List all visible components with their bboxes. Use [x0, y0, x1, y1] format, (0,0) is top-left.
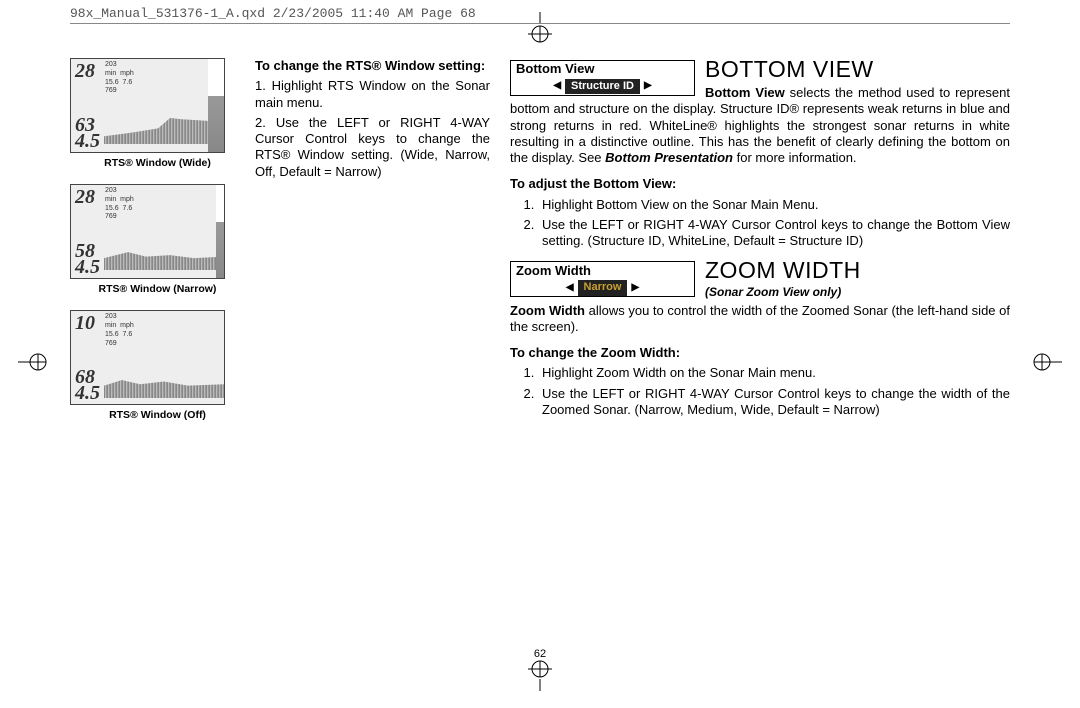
- bottom-view-body: Bottom View selects the method used to r…: [510, 85, 1010, 166]
- left-column: 28 203 min mph 15.6 7.6 769 63 4.5 RTS® …: [70, 58, 490, 648]
- zoom-width-step-2: Use the LEFT or RIGHT 4-WAY Cursor Contr…: [538, 386, 1010, 419]
- chip-label: Zoom Width: [511, 262, 694, 279]
- chip-value: Narrow: [578, 280, 628, 296]
- bottom-view-step-1: Highlight Bottom View on the Sonar Main …: [538, 197, 1010, 213]
- chip-value: Structure ID: [565, 79, 640, 95]
- chevron-left-icon: ◀: [564, 282, 576, 295]
- zoom-width-body: Zoom Width allows you to control the wid…: [510, 303, 1010, 336]
- zoom-width-step-1: Highlight Zoom Width on the Sonar Main m…: [538, 365, 1010, 381]
- chevron-right-icon: ▶: [642, 80, 654, 93]
- thumb-wide-caption: RTS® Window (Wide): [70, 157, 245, 170]
- bottom-view-steps: Highlight Bottom View on the Sonar Main …: [510, 197, 1010, 250]
- rts-heading: To change the RTS® Window setting:: [255, 58, 490, 74]
- bottom-view-section: Bottom View ◀ Structure ID ▶ BOTTOM VIEW…: [510, 58, 1010, 176]
- chevron-left-icon: ◀: [551, 80, 563, 93]
- zoom-width-subtitle: (Sonar Zoom View only): [705, 285, 841, 299]
- bottom-view-adjust-heading: To adjust the Bottom View:: [510, 176, 1010, 192]
- zoom-width-steps: Highlight Zoom Width on the Sonar Main m…: [510, 365, 1010, 418]
- zoom-width-section: Zoom Width ◀ Narrow ▶ ZOOM WIDTH (Sonar …: [510, 259, 1010, 345]
- registration-mark-bottom: [510, 659, 570, 696]
- right-column: Bottom View ◀ Structure ID ▶ BOTTOM VIEW…: [510, 58, 1010, 648]
- zoom-width-title: ZOOM WIDTH: [705, 259, 861, 282]
- thumb-off-caption: RTS® Window (Off): [70, 409, 245, 422]
- thumb-rts-wide: 28 203 min mph 15.6 7.6 769 63 4.5: [70, 58, 225, 153]
- rts-step-1: 1. Highlight RTS Window on the Sonar mai…: [255, 78, 490, 111]
- crop-mark-left: [18, 345, 52, 384]
- crop-mark-right: [1028, 345, 1062, 384]
- bottom-view-menu-chip: Bottom View ◀ Structure ID ▶: [510, 60, 695, 96]
- page-body: 28 203 min mph 15.6 7.6 769 63 4.5 RTS® …: [70, 58, 1010, 648]
- bottom-view-step-2: Use the LEFT or RIGHT 4-WAY Cursor Contr…: [538, 217, 1010, 250]
- rts-step-2: 2. Use the LEFT or RIGHT 4-WAY Cursor Co…: [255, 115, 490, 180]
- rts-instructions: To change the RTS® Window setting: 1. Hi…: [255, 58, 490, 648]
- bottom-view-title: BOTTOM VIEW: [705, 58, 874, 81]
- thumb-narrow-caption: RTS® Window (Narrow): [70, 283, 245, 296]
- thumb-rts-narrow: 28 203 min mph 15.6 7.6 769 58 4.5: [70, 184, 225, 279]
- chevron-right-icon: ▶: [629, 282, 641, 295]
- thumbnail-stack: 28 203 min mph 15.6 7.6 769 63 4.5 RTS® …: [70, 58, 245, 648]
- chip-label: Bottom View: [511, 61, 694, 78]
- page-number: 62: [534, 648, 546, 660]
- zoom-width-menu-chip: Zoom Width ◀ Narrow ▶: [510, 261, 695, 297]
- document-slug-header: 98x_Manual_531376-1_A.qxd 2/23/2005 11:4…: [70, 6, 1010, 24]
- zoom-width-change-heading: To change the Zoom Width:: [510, 345, 1010, 361]
- thumb-rts-off: 10 203 min mph 15.6 7.6 769 68 4.5: [70, 310, 225, 405]
